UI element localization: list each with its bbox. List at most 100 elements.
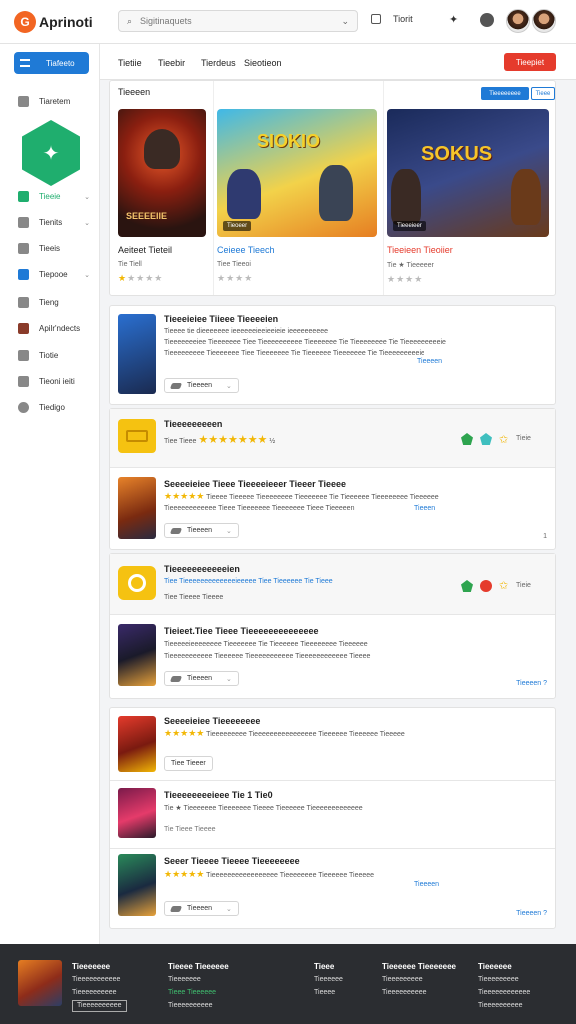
sidebar-item-4[interactable]: Tiepooe ⌄ xyxy=(18,269,90,280)
list-icon xyxy=(18,376,29,387)
grid-icon xyxy=(20,59,30,67)
chevron-down-icon[interactable]: ⌄ xyxy=(84,193,90,201)
avatar[interactable] xyxy=(506,9,530,33)
star-icon: ✩ xyxy=(499,434,509,446)
tab-2[interactable]: Tierdeus xyxy=(201,58,236,68)
footer-column: Tieee Tieeeeee Tieeee xyxy=(314,962,343,996)
list-item-title[interactable]: Seeeeieiee Tieee Tieeeeieeer Tieeer Tiee… xyxy=(164,479,346,489)
badge-icon xyxy=(480,580,492,592)
featured-item[interactable]: SOKUS Tieeeieer Tieeieen Tieoiier Tie ★ … xyxy=(387,109,549,285)
sidebar-item-2[interactable]: Tienits ⌄ xyxy=(18,217,90,228)
logo[interactable]: G Aprinoti xyxy=(14,10,114,33)
footer-column: Tieeeeee Tieeeeeeeee Tieeeeeeeeeeee Tiee… xyxy=(478,962,531,1009)
featured-badge: Tieeeieer xyxy=(393,221,426,231)
game-thumbnail[interactable] xyxy=(118,788,156,838)
tag-icon xyxy=(169,382,183,389)
chevron-down-icon[interactable]: ⌄ xyxy=(84,219,90,227)
shield-icon xyxy=(18,217,29,228)
tag-icon xyxy=(169,527,183,534)
footer-column: Tieeeeeee Tieeeeeeeeeee Tieeeeeeeeee Tie… xyxy=(72,960,127,1012)
featured-item[interactable]: SIOKIO Tieoeer Ceieee Tieech Tiee Tieeoi… xyxy=(217,109,377,284)
list-item-title[interactable]: Seeer Tieeee Tieeee Tieeeeeeee xyxy=(164,856,300,866)
bell-icon[interactable]: ✦ xyxy=(449,13,463,27)
calendar-icon xyxy=(371,14,381,24)
game-thumbnail[interactable] xyxy=(118,477,156,539)
list-item-title[interactable]: Tieeeieiee Tiieee Tieeeeien xyxy=(164,314,278,324)
page-indicator[interactable]: 1 xyxy=(543,533,547,540)
more-link[interactable]: Tieeeen ? xyxy=(516,680,547,687)
tag-icon xyxy=(169,675,183,682)
tab-1[interactable]: Tieebir xyxy=(158,58,185,68)
sidebar-item-5[interactable]: Tieng xyxy=(18,297,90,308)
download-button[interactable]: Tieeeen ⌄ xyxy=(164,671,239,686)
download-button[interactable]: Tieeeen ⌄ xyxy=(164,523,239,538)
gamepad-icon xyxy=(18,191,29,202)
chat-icon xyxy=(18,350,29,361)
list-card: Tieeeieiee Tiieee Tieeeeien Tieeee tie d… xyxy=(109,305,556,405)
footer-column: Tieeeeee Tieeeeeee Tieeeeeeeee Tieeeeeee… xyxy=(382,962,456,996)
list-item-title[interactable]: Seeeeieiee Tieeeeeeee xyxy=(164,716,260,726)
category-tile[interactable] xyxy=(118,566,156,600)
group-title[interactable]: Tieeeeeeeeeeeien xyxy=(164,564,240,574)
game-thumbnail[interactable] xyxy=(118,854,156,916)
footer-button[interactable]: Tieeeeeeeeee xyxy=(72,1000,127,1012)
sidebar-item-3[interactable]: Tieeis xyxy=(18,243,90,254)
game-thumbnail[interactable] xyxy=(118,716,156,772)
featured-title[interactable]: Tieeieen Tieoiier xyxy=(387,245,549,255)
featured-pill-primary[interactable]: Tieeeeeeee xyxy=(481,87,529,100)
tab-3[interactable]: Sieotieon xyxy=(244,58,282,68)
list-item-title[interactable]: Tieieet.Tiee Tieee Tieeeeeeeeeeeeee xyxy=(164,626,318,636)
sidebar-top-button[interactable]: Tiafeeto xyxy=(14,52,89,74)
featured-heading: Tieeeen xyxy=(118,87,151,97)
app-icon xyxy=(18,323,29,334)
heart-icon xyxy=(18,297,29,308)
settings-icon[interactable] xyxy=(480,13,494,27)
primary-action-button[interactable]: Tieepiet xyxy=(504,53,556,71)
featured-pill-secondary[interactable]: Tieee xyxy=(531,87,555,100)
globe-icon xyxy=(18,402,29,413)
featured-image[interactable]: SIOKIO Tieoeer xyxy=(217,109,377,237)
download-button[interactable]: Tieeeen ⌄ xyxy=(164,901,239,916)
sidebar-item-8[interactable]: Tieoni ieiti xyxy=(18,376,90,387)
more-link[interactable]: Tieeeen ? xyxy=(516,910,547,917)
tab-0[interactable]: Tietiie xyxy=(118,58,142,68)
logo-icon: G xyxy=(14,10,36,33)
game-badge: ✦ xyxy=(22,120,80,186)
tag-icon xyxy=(169,905,183,912)
featured-title[interactable]: Aeiteet Tieteil xyxy=(118,245,206,255)
chevron-down-icon[interactable]: ⌄ xyxy=(84,271,90,279)
download-button[interactable]: Tieeeen ⌄ xyxy=(164,378,239,393)
controller-icon xyxy=(18,243,29,254)
read-more-link[interactable]: Tieeeen xyxy=(417,358,442,365)
featured-title[interactable]: Ceieee Tieech xyxy=(217,245,377,255)
top-action[interactable]: Tiorit xyxy=(371,14,413,24)
sidebar-item-1[interactable]: Tieeie ⌄ xyxy=(18,191,90,202)
game-thumbnail[interactable] xyxy=(118,314,156,394)
sidebar-item-9[interactable]: Tiedigo xyxy=(18,402,90,413)
diamond-icon: ✦ xyxy=(22,120,80,186)
monitor-icon xyxy=(18,269,29,280)
top-bar: G Aprinoti ⌕ Sigitinaquets ⌄ Tiorit ✦ xyxy=(0,0,576,44)
featured-image[interactable]: SEEEEIIE xyxy=(118,109,206,237)
avatar-secondary[interactable] xyxy=(532,9,556,33)
logo-text: Aprinoti xyxy=(39,13,93,30)
featured-item[interactable]: SEEEEIIE Aeiteet Tieteil Tie Tiell ★★★★★ xyxy=(118,109,206,284)
sidebar-item-6[interactable]: Apilr'ndects xyxy=(18,323,90,334)
game-thumbnail[interactable] xyxy=(118,624,156,686)
read-more-link[interactable]: Tieeen xyxy=(414,505,435,512)
sidebar-item-7[interactable]: Tiotie xyxy=(18,350,90,361)
featured-image[interactable]: SOKUS Tieeeieer xyxy=(387,109,549,237)
list-item-title[interactable]: Tieeeeeeeeieee Tie 1 Tie0 xyxy=(164,790,273,800)
featured-card: Tieeeen Tieeeeeeee Tieee SEEEEIIE Aeitee… xyxy=(109,80,556,296)
footer-game-image[interactable] xyxy=(18,960,62,1006)
group-title[interactable]: Tieeeeeeeeen xyxy=(164,419,222,429)
chevron-down-icon[interactable]: ⌄ xyxy=(341,16,349,27)
read-more-link[interactable]: Tieeeen xyxy=(414,881,439,888)
search-icon: ⌕ xyxy=(127,15,133,26)
divider xyxy=(383,81,384,295)
download-button[interactable]: Tiee Tieeer xyxy=(164,756,213,771)
category-tile[interactable] xyxy=(118,419,156,453)
search-input[interactable]: ⌕ Sigitinaquets ⌄ xyxy=(118,10,358,32)
featured-meta: Tiee Tieeoi xyxy=(217,261,251,268)
sidebar-item-0[interactable]: Tiaretem xyxy=(18,96,90,107)
